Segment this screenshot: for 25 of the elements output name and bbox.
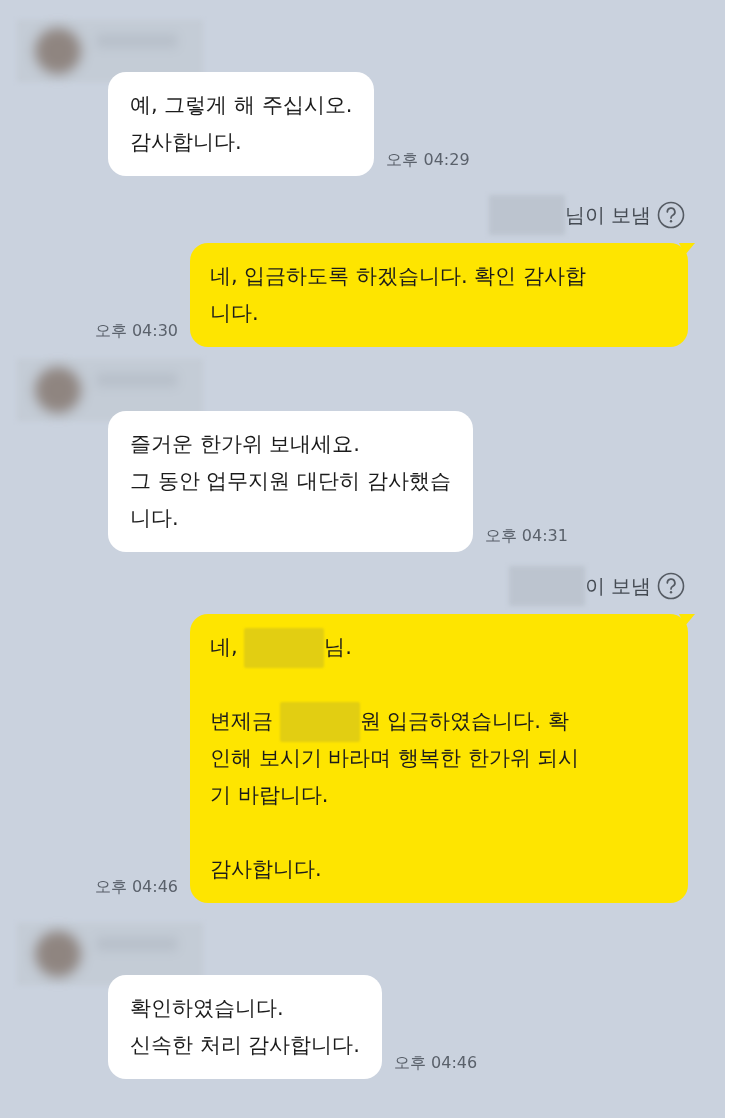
message-time: 오후 04:29 [386, 149, 470, 171]
sender-note: 이 보냄 [584, 573, 651, 600]
message-text: 감사합니다. [210, 855, 322, 883]
message-text: 그 동안 업무지원 대단히 감사했습 [130, 467, 451, 495]
message-text: 원 입금하였습니다. 확 [359, 707, 569, 735]
message-text: 님. [324, 633, 353, 661]
message-text: 신속한 처리 감사합니다. [130, 1031, 361, 1059]
message-text: 니다. [210, 299, 259, 327]
message-time: 오후 04:46 [94, 876, 178, 898]
message-text: 예, 그렇게 해 주십시오. [130, 91, 353, 119]
message-text: 변제금 [210, 707, 274, 735]
message-text: 인해 보시기 바라며 행복한 한가위 되시 [210, 744, 580, 772]
message-text: 감사합니다. [130, 128, 242, 156]
sender-note: 님이 보냄 [564, 202, 651, 229]
message-time: 오후 04:46 [394, 1052, 478, 1074]
message-text: 니다. [130, 504, 179, 532]
message-text: 즐거운 한가위 보내세요. [130, 430, 361, 458]
message-time: 오후 04:30 [94, 320, 178, 342]
message-text: 네, 입금하도록 하겠습니다. 확인 감사합 [210, 262, 587, 290]
help-icon[interactable] [657, 201, 685, 229]
message-text: 네, [210, 633, 239, 661]
help-icon[interactable] [657, 572, 685, 600]
message-text: 기 바랍니다. [210, 781, 329, 809]
message-time: 오후 04:31 [484, 525, 568, 547]
message-text: 확인하였습니다. [130, 994, 284, 1022]
